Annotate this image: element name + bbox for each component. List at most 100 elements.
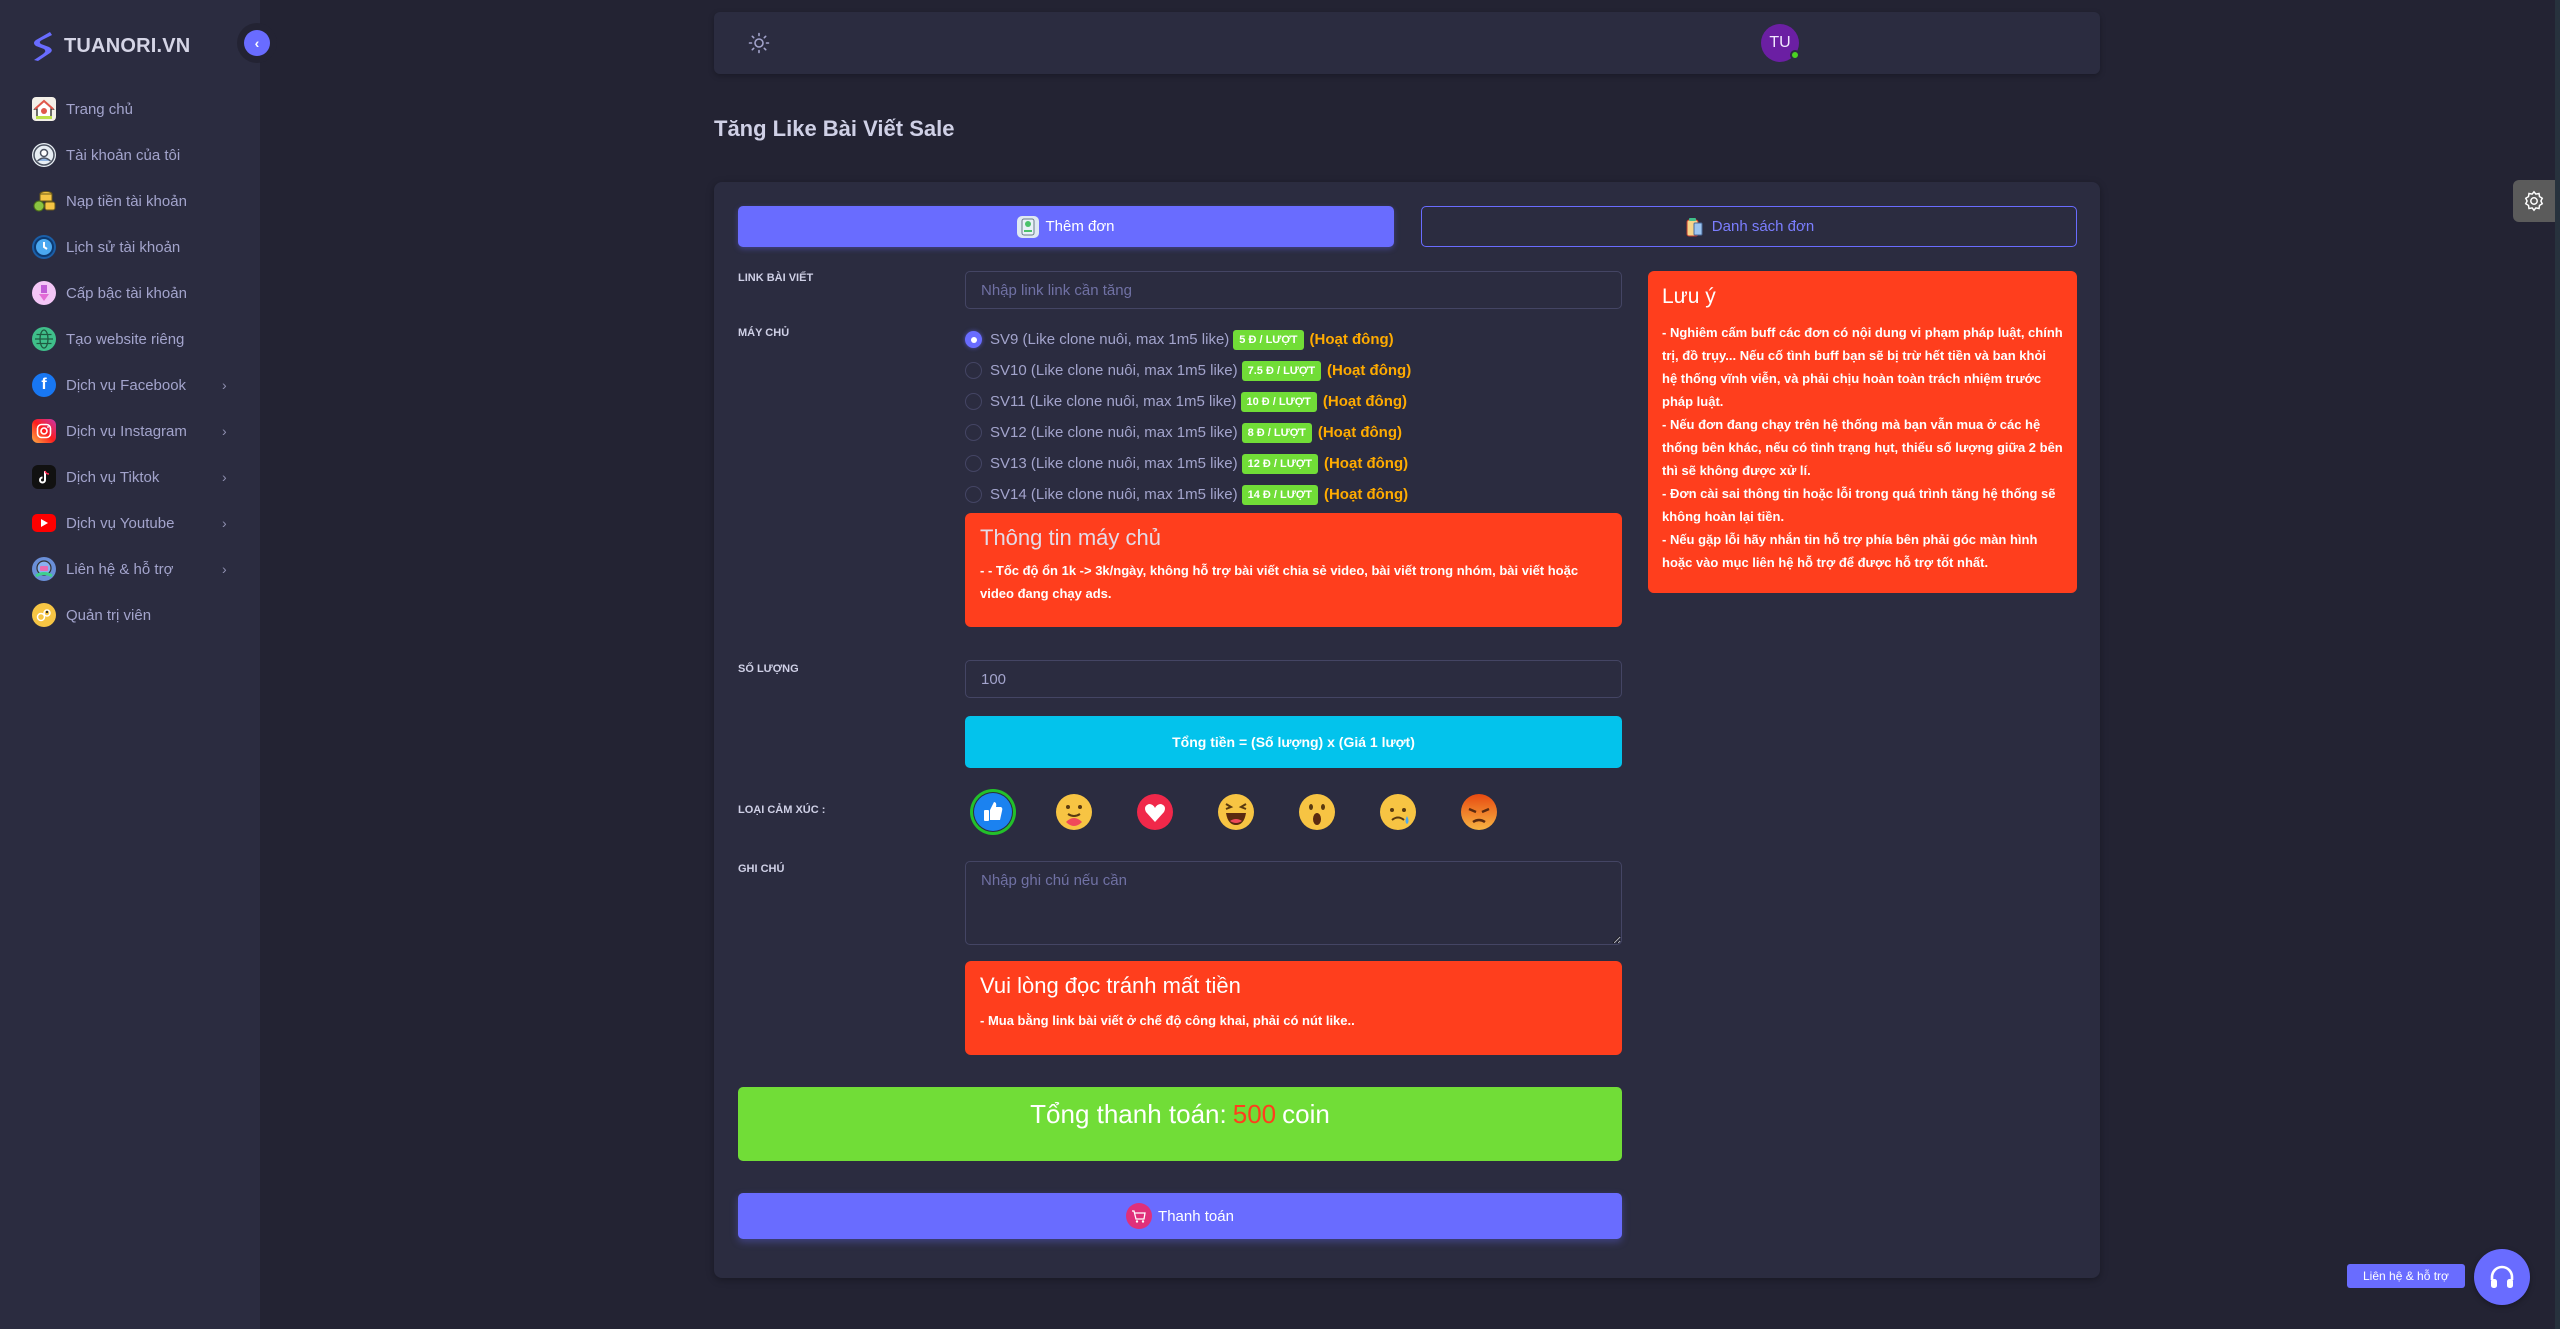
pay-button[interactable]: Thanh toán bbox=[738, 1193, 1622, 1239]
server-option-sv10[interactable]: SV10 (Like clone nuôi, max 1m5 like) 7.5… bbox=[965, 355, 1645, 386]
server-option-sv11[interactable]: SV11 (Like clone nuôi, max 1m5 like) 10 … bbox=[965, 386, 1645, 417]
sidebar-item-history[interactable]: Lịch sử tài khoản bbox=[0, 224, 260, 270]
coins-icon bbox=[32, 189, 56, 213]
sun-icon[interactable] bbox=[748, 32, 770, 54]
server-name: SV10 (Like clone nuôi, max 1m5 like) bbox=[990, 362, 1238, 379]
chevron-right-icon: › bbox=[222, 515, 227, 531]
support-chat-button[interactable] bbox=[2474, 1249, 2530, 1305]
instagram-icon bbox=[32, 419, 56, 443]
warning-alert: Vui lòng đọc tránh mất tiền - Mua bằng l… bbox=[965, 961, 1622, 1055]
brand-name: TUANORI.VN bbox=[64, 34, 191, 57]
admin-icon bbox=[32, 603, 56, 627]
chevron-right-icon: › bbox=[222, 377, 227, 393]
radio-button[interactable] bbox=[965, 455, 982, 472]
theme-settings-button[interactable] bbox=[2513, 180, 2555, 222]
sidebar-item-rank[interactable]: Cấp bậc tài khoản bbox=[0, 270, 260, 316]
reaction-love[interactable] bbox=[1135, 792, 1175, 832]
top-navbar: TU bbox=[714, 12, 2100, 74]
server-option-sv13[interactable]: SV13 (Like clone nuôi, max 1m5 like) 12 … bbox=[965, 448, 1645, 479]
radio-button[interactable] bbox=[965, 393, 982, 410]
sidebar-item-label: Cấp bậc tài khoản bbox=[66, 284, 187, 302]
sidebar-item-label: Quản trị viên bbox=[66, 606, 152, 624]
sidebar-item-label: Tạo website riêng bbox=[66, 330, 185, 348]
sidebar-item-website[interactable]: Tạo website riêng bbox=[0, 316, 260, 362]
radio-button[interactable] bbox=[965, 424, 982, 441]
clipboard-list-icon bbox=[1684, 216, 1706, 238]
tab-order-list[interactable]: Danh sách đơn bbox=[1421, 206, 2077, 247]
gear-icon bbox=[2524, 190, 2544, 212]
price-badge: 5 Đ / LƯỢT bbox=[1233, 329, 1304, 350]
love-reaction-icon bbox=[1137, 794, 1173, 830]
sidebar-item-deposit[interactable]: Nạp tiền tài khoản bbox=[0, 178, 260, 224]
radio-button[interactable] bbox=[965, 362, 982, 379]
user-icon bbox=[32, 143, 56, 167]
notice-line: - Nếu đơn đang chạy trên hệ thống mà bạn… bbox=[1662, 417, 2063, 478]
sidebar-collapse-button[interactable]: ‹ bbox=[244, 30, 270, 56]
server-status: (Hoạt đông) bbox=[1323, 455, 1409, 472]
note-textarea[interactable] bbox=[965, 861, 1622, 945]
radio-button[interactable] bbox=[965, 486, 982, 503]
notice-line: - Đơn cài sai thông tin hoặc lỗi trong q… bbox=[1662, 486, 2056, 524]
server-option-sv12[interactable]: SV12 (Like clone nuôi, max 1m5 like) 8 Đ… bbox=[965, 417, 1645, 448]
angry-reaction-icon bbox=[1461, 794, 1497, 830]
post-link-input[interactable] bbox=[965, 271, 1622, 309]
tab-order-list-label: Danh sách đơn bbox=[1711, 218, 1815, 235]
chevron-right-icon: › bbox=[222, 469, 227, 485]
tab-add-order[interactable]: Thêm đơn bbox=[738, 206, 1394, 247]
server-name: SV13 (Like clone nuôi, max 1m5 like) bbox=[990, 455, 1238, 472]
notice-line: - Nghiêm cấm buff các đơn có nội dung vi… bbox=[1662, 325, 2063, 409]
sidebar-item-tiktok[interactable]: Dịch vụ Tiktok › bbox=[0, 454, 260, 500]
globe-icon bbox=[32, 327, 56, 351]
total-prefix: Tổng thanh toán: bbox=[1030, 1099, 1227, 1129]
care-reaction-icon bbox=[1056, 794, 1092, 830]
server-radio-group: SV9 (Like clone nuôi, max 1m5 like) 5 Đ … bbox=[965, 324, 1645, 510]
brand[interactable]: TUANORI.VN bbox=[30, 28, 190, 64]
warning-title: Vui lòng đọc tránh mất tiền bbox=[980, 973, 1241, 998]
reaction-angry[interactable] bbox=[1459, 792, 1499, 832]
formula-button[interactable]: Tổng tiền = (Số lượng) x (Giá 1 lượt) bbox=[965, 716, 1622, 768]
user-avatar[interactable]: TU bbox=[1761, 24, 1800, 62]
reaction-sad[interactable] bbox=[1378, 792, 1418, 832]
server-info-body: - - Tốc độ ổn 1k -> 3k/ngày, không hỗ tr… bbox=[980, 563, 1579, 601]
notice-line: - Nếu gặp lỗi hãy nhắn tin hỗ trợ phía b… bbox=[1662, 532, 2038, 570]
sidebar-item-home[interactable]: Trang chủ bbox=[0, 86, 260, 132]
shopping-cart-icon bbox=[1126, 1203, 1153, 1229]
reaction-care[interactable] bbox=[1054, 792, 1094, 832]
total-amount: 500 bbox=[1232, 1099, 1277, 1129]
sidebar-item-instagram[interactable]: Dịch vụ Instagram › bbox=[0, 408, 260, 454]
server-status: (Hoạt đông) bbox=[1322, 393, 1408, 410]
wow-reaction-icon bbox=[1299, 794, 1335, 830]
reaction-haha[interactable] bbox=[1216, 792, 1256, 832]
reaction-wow[interactable] bbox=[1297, 792, 1337, 832]
sidebar-item-admin[interactable]: Quản trị viên bbox=[0, 592, 260, 638]
sidebar-item-youtube[interactable]: Dịch vụ Youtube › bbox=[0, 500, 260, 546]
headphones-icon bbox=[2490, 1265, 2514, 1288]
home-icon bbox=[32, 97, 56, 121]
sidebar-item-support[interactable]: Liên hệ & hỗ trợ › bbox=[0, 546, 260, 592]
warning-body: - Mua bằng link bài viết ở chế độ công k… bbox=[980, 1013, 1355, 1028]
server-status: (Hoạt đông) bbox=[1323, 486, 1409, 503]
page-scrollbar[interactable] bbox=[2555, 0, 2560, 1329]
sidebar-item-facebook[interactable]: f Dịch vụ Facebook › bbox=[0, 362, 260, 408]
server-option-sv9[interactable]: SV9 (Like clone nuôi, max 1m5 like) 5 Đ … bbox=[965, 324, 1645, 355]
sidebar-item-account[interactable]: Tài khoản của tôi bbox=[0, 132, 260, 178]
server-status: (Hoạt đông) bbox=[1317, 424, 1402, 441]
server-status: (Hoạt đông) bbox=[1309, 331, 1394, 348]
price-badge: 10 Đ / LƯỢT bbox=[1240, 391, 1317, 412]
price-badge: 7.5 Đ / LƯỢT bbox=[1241, 360, 1322, 381]
clock-icon bbox=[32, 235, 56, 259]
server-option-sv14[interactable]: SV14 (Like clone nuôi, max 1m5 like) 14 … bbox=[965, 479, 1645, 510]
sidebar-item-label: Nạp tiền tài khoản bbox=[66, 192, 187, 210]
server-info-title: Thông tin máy chủ bbox=[980, 525, 1161, 550]
sad-reaction-icon bbox=[1380, 794, 1416, 830]
radio-button-checked[interactable] bbox=[965, 331, 982, 348]
link-label: LINK BÀI VIẾT bbox=[738, 272, 814, 284]
quantity-input[interactable] bbox=[965, 660, 1622, 698]
sidebar-item-label: Trang chủ bbox=[66, 100, 133, 118]
support-label-button[interactable]: Liên hệ & hỗ trợ bbox=[2347, 1264, 2465, 1288]
server-name: SV11 (Like clone nuôi, max 1m5 like) bbox=[990, 393, 1237, 410]
reaction-like[interactable] bbox=[973, 792, 1013, 832]
server-info-alert: Thông tin máy chủ - - Tốc độ ổn 1k -> 3k… bbox=[965, 513, 1622, 627]
online-status-dot bbox=[1790, 50, 1800, 60]
chevron-left-icon: ‹ bbox=[254, 35, 260, 51]
